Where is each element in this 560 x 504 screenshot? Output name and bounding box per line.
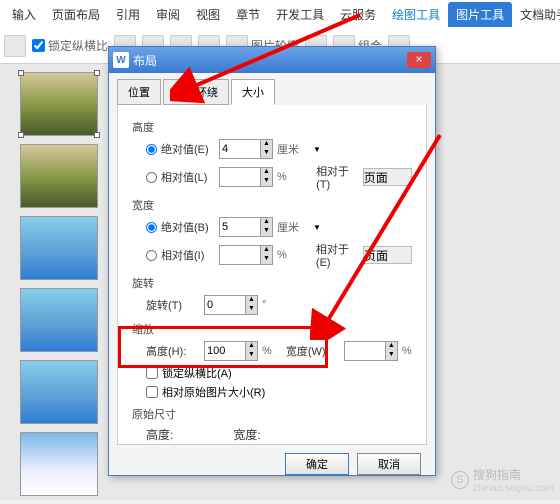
rel-to-e-label: 相对于(E): [316, 241, 359, 269]
watermark: S 搜狗指南 zhinan.sogou.com: [451, 466, 554, 494]
orig-h-label: 高度:: [146, 426, 173, 443]
height-rel-label: 相对值(L): [161, 169, 215, 185]
width-abs-label: 绝对值(B): [161, 219, 215, 235]
rel-orig-chk-label: 相对原始图片大小(R): [162, 384, 265, 400]
dialog-title: 布局: [133, 52, 407, 69]
section-scale: 缩放: [132, 321, 412, 337]
height-rel-spinner[interactable]: ▲▼: [219, 167, 273, 187]
spin-up-icon[interactable]: ▲: [260, 140, 272, 149]
lock-ratio-chk-label: 锁定纵横比(A): [162, 365, 232, 381]
dialog-tabs: 位置 文字环绕 大小: [109, 73, 435, 105]
width-rel-input[interactable]: [220, 246, 260, 264]
image-thumb[interactable]: [20, 360, 98, 424]
cancel-button[interactable]: 取消: [357, 453, 421, 475]
section-original: 原始尺寸: [132, 406, 412, 422]
rotate-label: 旋转(T): [146, 297, 200, 313]
height-abs-input[interactable]: [220, 140, 260, 158]
dialog-buttons: 确定 取消: [109, 445, 435, 483]
tab-size[interactable]: 大小: [231, 79, 275, 105]
scale-h-input[interactable]: [205, 342, 245, 360]
image-thumb[interactable]: [20, 288, 98, 352]
width-rel-label: 相对值(I): [161, 247, 215, 263]
unit-cm: 厘米: [277, 141, 309, 157]
tab-layout[interactable]: 页面布局: [44, 2, 108, 27]
image-thumb[interactable]: [20, 144, 98, 208]
ribbon-tabs: 输入 页面布局 引用 审阅 视图 章节 开发工具 云服务 绘图工具 图片工具 文…: [0, 0, 560, 28]
rel-to-t-select[interactable]: 页面: [363, 168, 412, 186]
watermark-url: zhinan.sogou.com: [473, 483, 554, 494]
orig-w-label: 宽度:: [233, 426, 260, 443]
size-panel: 高度 绝对值(E) ▲▼ 厘米 ▼ 相对值(L) ▲▼ % 相对于(T) 页面 宽…: [117, 105, 427, 445]
tab-picture[interactable]: 图片工具: [448, 2, 512, 27]
lock-ratio-chk[interactable]: [146, 367, 158, 379]
thumbnail-strip: [20, 72, 100, 504]
tab-draw[interactable]: 绘图工具: [384, 2, 448, 27]
tab-textwrap[interactable]: 文字环绕: [163, 79, 229, 105]
lock-ratio-checkbox[interactable]: [32, 39, 45, 52]
image-thumb[interactable]: [20, 432, 98, 496]
dialog-icon: W: [113, 52, 129, 68]
spin-down-icon[interactable]: ▼: [260, 149, 272, 158]
width-rel-radio[interactable]: [146, 250, 157, 261]
ok-button[interactable]: 确定: [285, 453, 349, 475]
section-width: 宽度: [132, 197, 412, 213]
tab-review[interactable]: 审阅: [148, 2, 188, 27]
add-icon[interactable]: [4, 35, 26, 57]
section-height: 高度: [132, 119, 412, 135]
height-rel-radio[interactable]: [146, 172, 157, 183]
rel-to-e-select[interactable]: 页面: [363, 246, 412, 264]
height-rel-input[interactable]: [220, 168, 260, 186]
tab-position[interactable]: 位置: [117, 79, 161, 105]
scale-w-input[interactable]: [345, 342, 385, 360]
height-abs-label: 绝对值(E): [161, 141, 215, 157]
image-thumb[interactable]: [20, 72, 98, 136]
scale-w-label: 宽度(W):: [286, 343, 340, 359]
width-abs-radio[interactable]: [146, 222, 157, 233]
tab-view[interactable]: 视图: [188, 2, 228, 27]
rel-to-t-label: 相对于(T): [316, 163, 359, 191]
rotate-input[interactable]: [205, 296, 245, 314]
tab-dev[interactable]: 开发工具: [268, 2, 332, 27]
width-abs-input[interactable]: [220, 218, 260, 236]
tab-dochelper[interactable]: 文档助手: [512, 2, 560, 27]
layout-dialog: W 布局 × 位置 文字环绕 大小 高度 绝对值(E) ▲▼ 厘米 ▼ 相对值(L…: [108, 46, 436, 476]
watermark-icon: S: [451, 471, 469, 489]
tab-cloud[interactable]: 云服务: [332, 2, 384, 27]
watermark-brand: 搜狗指南: [473, 468, 521, 482]
width-abs-spinner[interactable]: ▲▼: [219, 217, 273, 237]
height-abs-spinner[interactable]: ▲▼: [219, 139, 273, 159]
tab-ref[interactable]: 引用: [108, 2, 148, 27]
lock-ratio-label: 锁定纵横比: [48, 37, 108, 54]
height-abs-radio[interactable]: [146, 144, 157, 155]
close-icon[interactable]: ×: [407, 52, 431, 68]
section-rotate: 旋转: [132, 275, 412, 291]
scale-h-label: 高度(H):: [146, 343, 200, 359]
rel-orig-chk[interactable]: [146, 386, 158, 398]
tab-insert[interactable]: 输入: [4, 2, 44, 27]
image-thumb[interactable]: [20, 216, 98, 280]
dialog-titlebar[interactable]: W 布局 ×: [109, 47, 435, 73]
tab-chapter[interactable]: 章节: [228, 2, 268, 27]
unit-pct: %: [277, 171, 306, 183]
